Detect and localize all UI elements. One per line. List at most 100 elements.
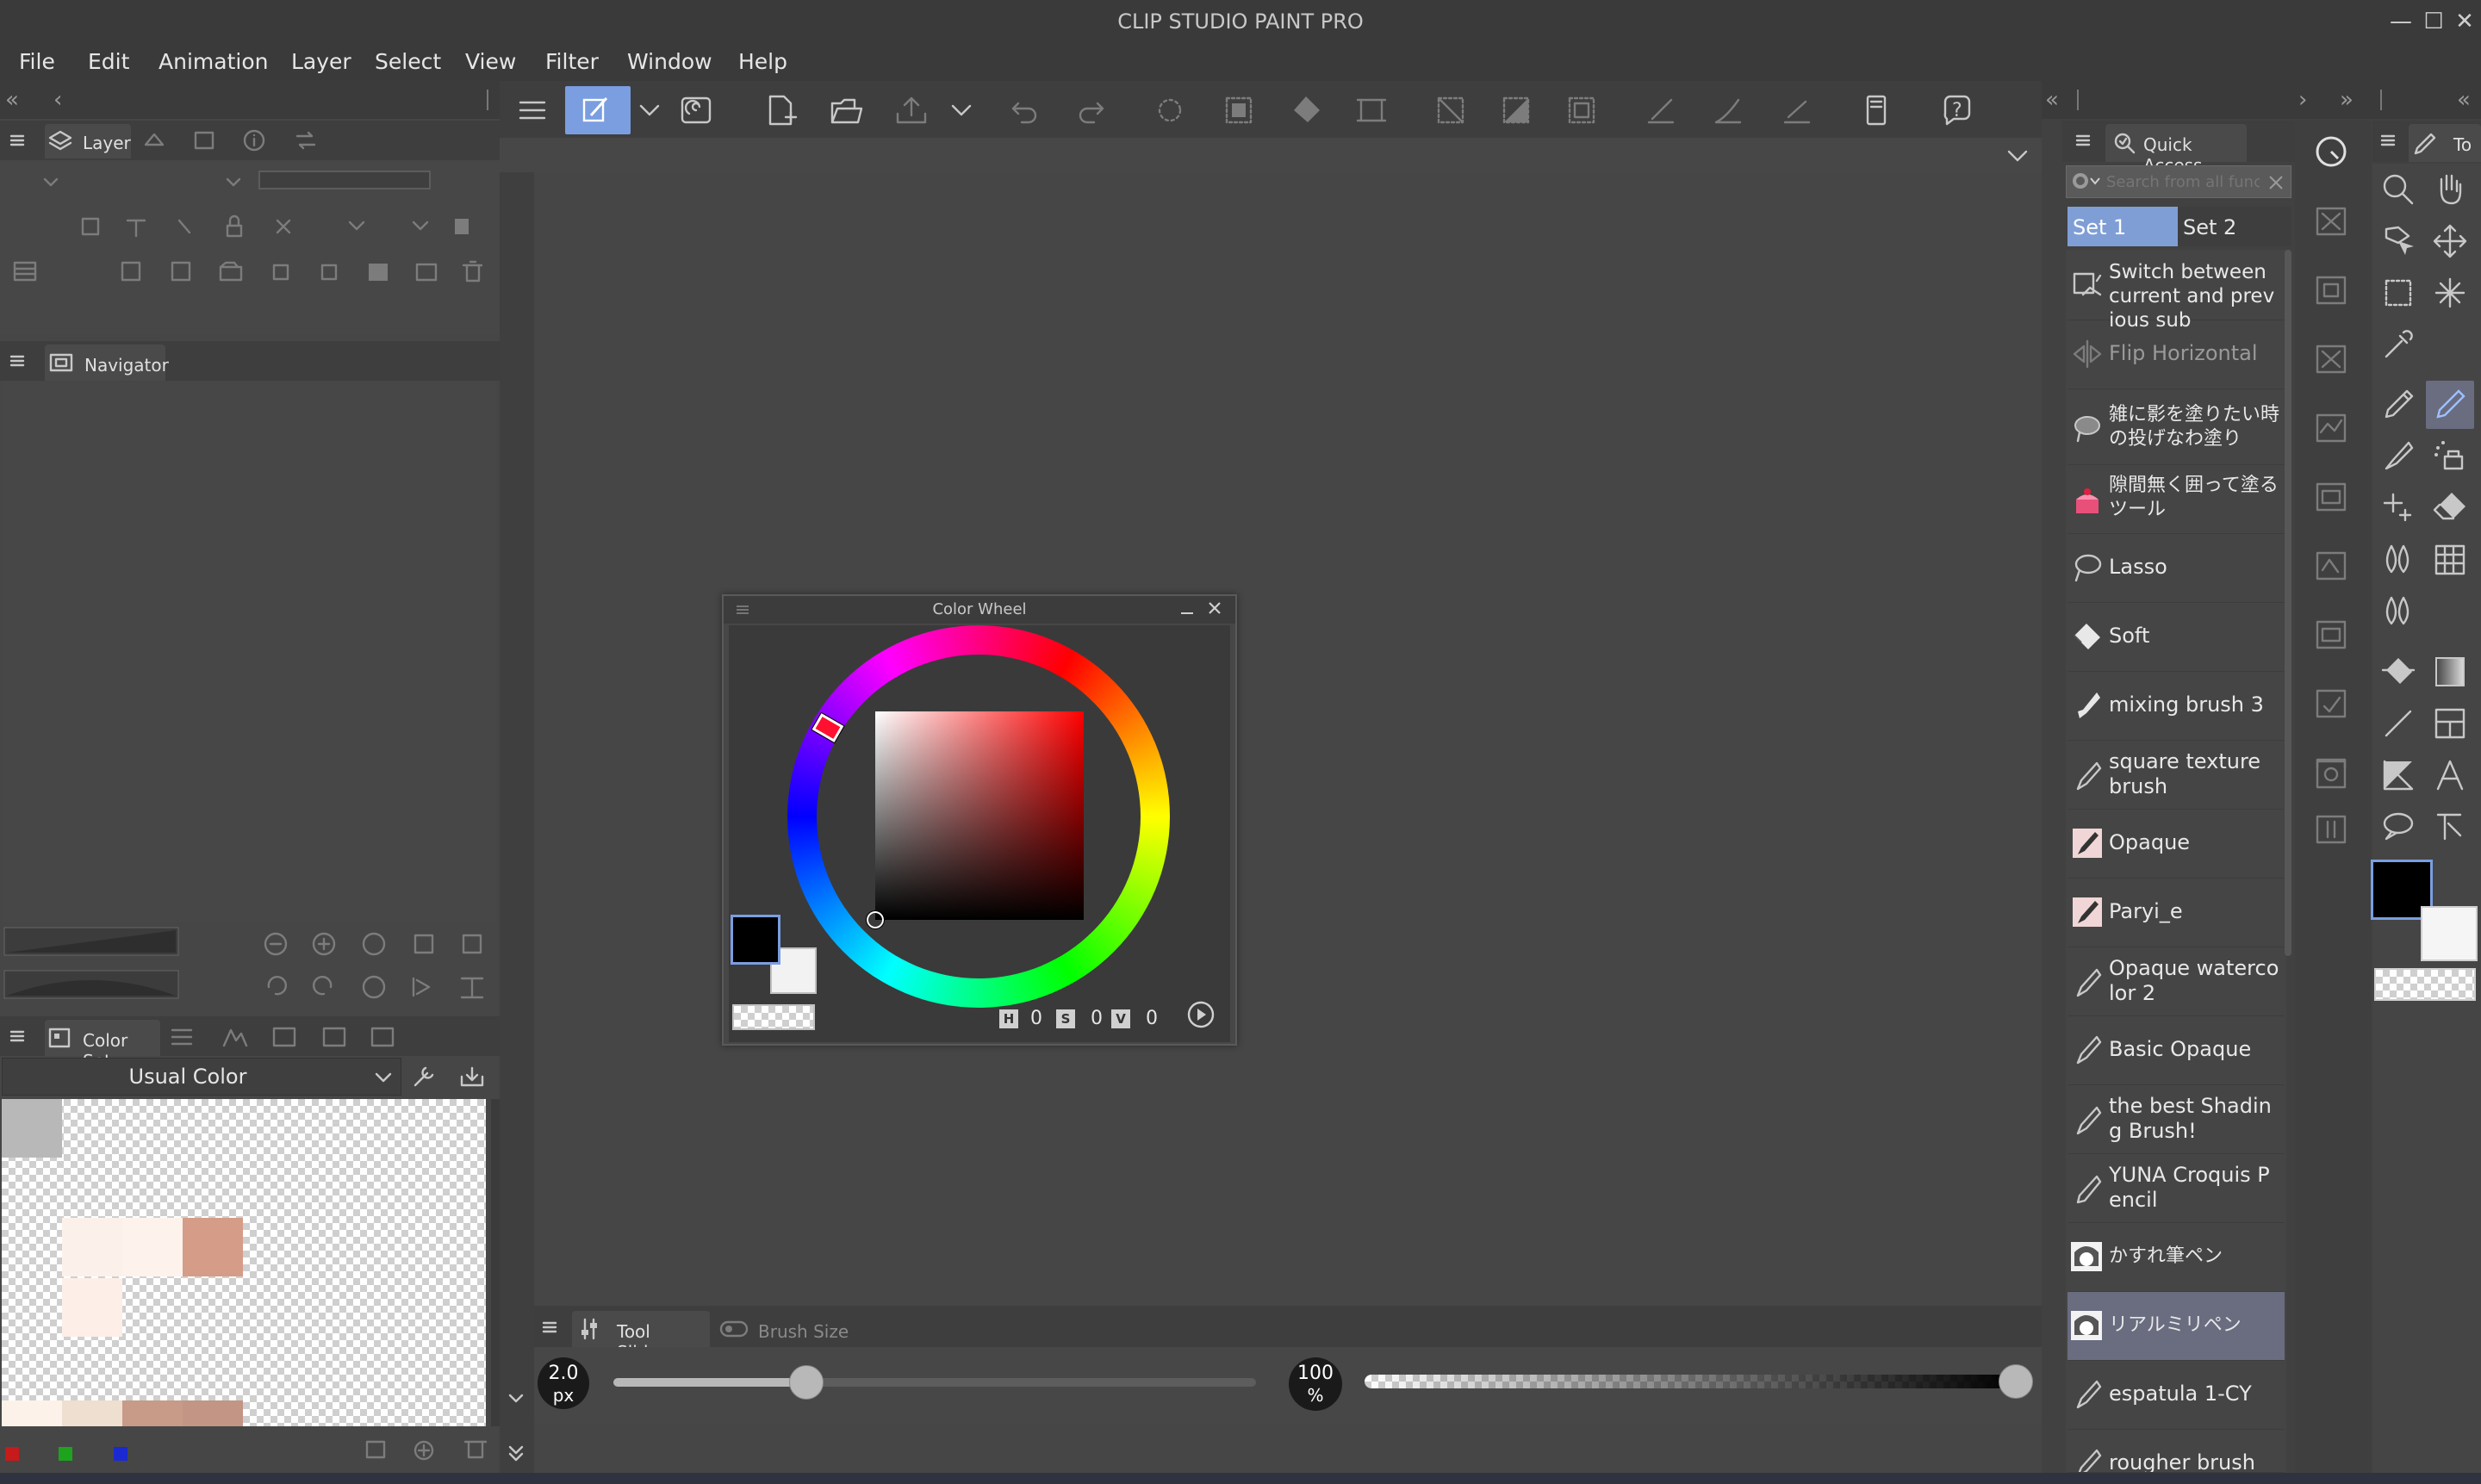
tab-quick-access[interactable]: Quick Access <box>2105 124 2247 176</box>
list-item[interactable]: YUNA Croquis Pencil <box>2068 1154 2285 1223</box>
operation-tool-icon[interactable] <box>2374 217 2422 265</box>
color-swatch[interactable] <box>62 1278 122 1337</box>
chevron-down-icon[interactable] <box>2004 141 2031 169</box>
transparent-color-swatch[interactable] <box>732 1004 815 1030</box>
list-item[interactable]: mixing brush 3 <box>2068 672 2285 741</box>
clear-icon[interactable] <box>1151 91 1189 129</box>
chevron-down-icon[interactable] <box>946 95 977 126</box>
clear-outside-selection-icon[interactable] <box>1220 91 1258 129</box>
fill-icon[interactable] <box>1287 91 1325 129</box>
auto-select-tool-icon[interactable] <box>2426 269 2474 317</box>
tab-set-2[interactable]: Set 2 <box>2178 207 2291 246</box>
sv-marker[interactable] <box>866 910 885 929</box>
zoom-tool-icon[interactable] <box>2374 165 2422 214</box>
decoration-tool-icon[interactable] <box>2374 484 2422 532</box>
select-tool-button[interactable] <box>565 86 631 134</box>
undo-icon[interactable] <box>1006 91 1044 129</box>
menu-help[interactable]: Help <box>738 43 787 81</box>
menu-file[interactable]: File <box>19 43 55 81</box>
color-set-scrollbar[interactable] <box>491 1099 500 1426</box>
color-swatch[interactable] <box>62 1218 122 1276</box>
correct-line-tool-icon[interactable] <box>2426 803 2474 851</box>
fill-tool-icon[interactable] <box>2426 536 2474 584</box>
list-item[interactable]: Switch between current and previous sub <box>2068 251 2285 332</box>
redo-icon[interactable] <box>1072 91 1110 129</box>
list-item[interactable]: Flip Horizontal <box>2068 320 2285 389</box>
auto-action-tab-icon[interactable] <box>293 127 319 153</box>
list-item[interactable]: 隙間無く囲って塗るツール <box>2068 465 2285 534</box>
menu-filter[interactable]: Filter <box>545 43 599 81</box>
panel-menu-icon[interactable] <box>9 127 26 153</box>
airbrush-tool-icon[interactable] <box>2426 432 2474 481</box>
color-swatch[interactable] <box>2 1400 62 1426</box>
paint-bucket-tool-icon[interactable] <box>2374 648 2422 696</box>
menu-animation[interactable]: Animation <box>159 43 268 81</box>
transparent-drawing-color[interactable] <box>2374 968 2476 1001</box>
list-item[interactable]: 雑に影を塗りたい時の投げなわ塗り <box>2068 393 2285 465</box>
help-icon[interactable]: ? <box>1938 91 1976 129</box>
list-item-selected[interactable]: リアルミリペン <box>2068 1292 2285 1361</box>
transform-icon[interactable] <box>1352 91 1390 129</box>
spiral-icon[interactable] <box>677 91 715 129</box>
list-item[interactable]: Paryi_e <box>2068 879 2285 947</box>
tab-set-1[interactable]: Set 1 <box>2068 207 2178 246</box>
selection-tool-icon[interactable] <box>2374 269 2422 317</box>
brush-size-knob[interactable] <box>788 1365 824 1400</box>
tab-tool[interactable]: To <box>2409 124 2481 162</box>
hamburger-menu-icon[interactable] <box>513 91 551 129</box>
chevron-down-icon[interactable] <box>503 1385 529 1411</box>
layer-property-tab-icon[interactable] <box>141 127 167 153</box>
grid-snap-icon[interactable] <box>1778 91 1816 129</box>
list-item[interactable]: espatula 1-CY <box>2068 1361 2285 1430</box>
expand-selection-icon[interactable] <box>1563 91 1601 129</box>
eraser-tool-icon[interactable] <box>2426 484 2474 532</box>
list-item[interactable]: Opaque <box>2068 810 2285 879</box>
blend-tool-icon[interactable] <box>2374 536 2422 584</box>
import-color-set-icon[interactable] <box>457 1061 488 1092</box>
saturation-value-square[interactable] <box>875 711 1084 920</box>
pen-tool-icon[interactable] <box>2374 381 2422 429</box>
opacity-dropdown-icon[interactable] <box>221 169 246 195</box>
sub-drawing-color[interactable] <box>2421 906 2478 961</box>
hand-tool-icon[interactable] <box>2426 165 2474 214</box>
color-swatch[interactable] <box>183 1218 243 1276</box>
list-item[interactable]: Soft <box>2068 603 2285 672</box>
tab-brush-size[interactable]: Brush Size <box>717 1311 855 1347</box>
tablet-icon[interactable] <box>1857 91 1895 129</box>
panel-menu-icon[interactable] <box>2074 127 2092 153</box>
history-tab-icon[interactable] <box>191 127 217 153</box>
tab-layer[interactable]: Layer <box>45 124 131 158</box>
double-chevron-down-icon[interactable] <box>503 1440 529 1466</box>
menu-select[interactable]: Select <box>375 43 441 81</box>
layer-list-icon[interactable] <box>10 257 40 286</box>
zoom-slider[interactable] <box>3 927 179 956</box>
tab-color-set[interactable]: Color Set <box>45 1020 160 1071</box>
move-layer-tool-icon[interactable] <box>2426 217 2474 265</box>
menu-edit[interactable]: Edit <box>88 43 129 81</box>
pencil-tool-icon-selected[interactable] <box>2426 381 2474 429</box>
blend-tool-2-icon[interactable] <box>2374 587 2422 636</box>
quick-access-search[interactable] <box>2066 165 2291 198</box>
minimize-button[interactable]: — <box>2385 5 2417 38</box>
list-item[interactable]: rougher brush <box>2068 1430 2285 1473</box>
special-ruler-snap-icon[interactable] <box>1709 91 1747 129</box>
quick-access-scrollbar[interactable] <box>2285 250 2291 956</box>
info-tab-icon[interactable] <box>241 127 267 153</box>
ruler-snap-icon[interactable] <box>1642 91 1680 129</box>
frame-border-tool-icon[interactable] <box>2426 699 2474 748</box>
blend-mode-dropdown-icon[interactable] <box>38 169 64 195</box>
color-swatch[interactable] <box>62 1400 122 1426</box>
balloon-tool-icon[interactable] <box>2374 803 2422 851</box>
opacity-knob[interactable] <box>1999 1364 2033 1399</box>
color-set-dropdown[interactable]: Usual Color <box>2 1058 401 1096</box>
gradient-tool-icon[interactable] <box>2426 648 2474 696</box>
figure-tool-icon[interactable] <box>2374 699 2422 748</box>
ruler-tool-icon[interactable] <box>2374 751 2422 799</box>
eyedropper-tool-icon[interactable] <box>2374 320 2422 369</box>
list-item[interactable]: Basic Opaque <box>2068 1016 2285 1085</box>
invert-selection-icon[interactable] <box>1497 91 1535 129</box>
opacity-slider[interactable] <box>1365 1364 2033 1399</box>
sub-panel-toggle-icon[interactable] <box>2309 129 2354 174</box>
clear-search-icon[interactable] <box>2265 171 2287 194</box>
list-item[interactable]: かすれ筆ペン <box>2068 1223 2285 1292</box>
